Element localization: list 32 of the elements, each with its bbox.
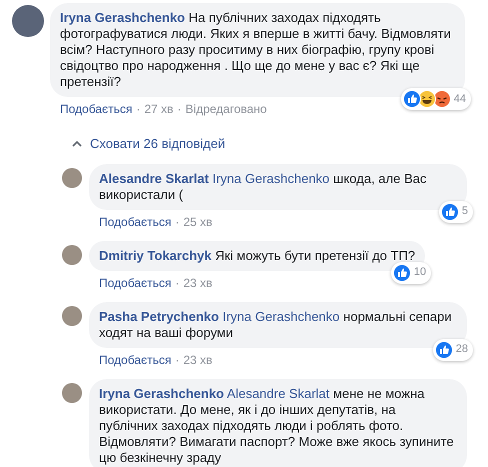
timestamp: 27 хв — [144, 101, 174, 118]
thumbs-up-icon — [434, 340, 453, 358]
angry-face-icon — [432, 90, 451, 108]
timestamp: 25 хв — [183, 214, 212, 230]
separator-dot: · — [175, 352, 180, 368]
comment-text: Dmitriy Tokarchyk Які можуть бути претензії до ТП? — [99, 248, 416, 264]
like-link[interactable]: Подобається — [99, 350, 172, 368]
avatar[interactable] — [12, 5, 44, 37]
like-link[interactable]: Подобається — [99, 274, 172, 292]
thumbs-up-icon — [402, 90, 421, 108]
like-link[interactable]: Подобається — [60, 100, 132, 118]
laughing-face-icon — [418, 90, 436, 108]
timestamp: 23 хв — [183, 274, 212, 292]
chevron-up-icon — [72, 140, 82, 147]
separator-dot: · — [175, 214, 180, 230]
thumbs-up-icon — [392, 264, 411, 282]
hide-replies-link[interactable]: Сховати 26 відповідей — [72, 134, 226, 154]
comment-text: Iryna Gerashchenko Alesandre Skarlat мене не можна використати. До мене, як і до інших депутатів, на публічних заходах підходять люди і роблять фото. Відмовляти? Вимагати паспорт? Може вже якось зупините цю безкінечну зраду — [99, 386, 455, 466]
separator-dot: · — [175, 274, 180, 292]
avatar[interactable] — [62, 168, 82, 188]
like-link[interactable]: Подобається — [99, 212, 172, 230]
comment-text: Iryna Gerashchenko На публічних заходах підходять фотографуватися люди. Яких я вперше в житті бачу. Відмовляти всім? Наступного разу проситиму в них біографію, групу крові свідоцтво про народження . Що ще до мене у вас є? Які ще претензії? — [60, 10, 452, 90]
timestamp: 23 хв — [183, 352, 212, 368]
comment-text: Alesandre Skarlat Iryna Gerashchenko шкода, але Вас використали ( — [99, 170, 428, 202]
thumbs-up-icon — [440, 202, 459, 220]
edited-label: Відредаговано — [185, 101, 267, 118]
comment-text: Pasha Petrychenko Iryna Gerashchenko нормальні сепари ходят на ваші форуми — [99, 308, 453, 340]
avatar[interactable] — [62, 244, 82, 264]
separator-dot: · — [177, 101, 182, 118]
separator-dot: · — [136, 101, 140, 118]
avatar[interactable] — [62, 306, 82, 326]
avatar[interactable] — [62, 382, 82, 402]
